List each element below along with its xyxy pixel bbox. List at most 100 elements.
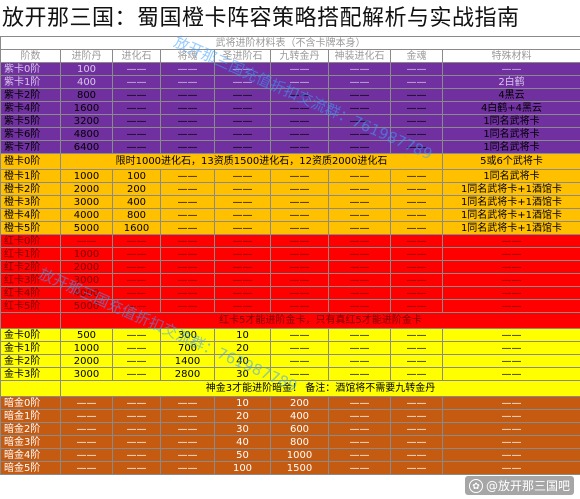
table-cell: —— bbox=[160, 208, 215, 222]
column-header: 进阶丹 bbox=[60, 49, 113, 63]
table-cell: 30 bbox=[214, 367, 271, 381]
table-cell: —— bbox=[442, 234, 580, 248]
table-cell: —— bbox=[328, 114, 391, 128]
table-cell: 5000 bbox=[60, 221, 113, 235]
table-row: 暗金2阶 —— —— —— 30 600 —— —— —— bbox=[0, 422, 580, 436]
table-row: 紫卡0阶 100 —— —— —— —— —— —— —— bbox=[0, 62, 580, 76]
table-cell: —— bbox=[270, 62, 329, 76]
row-level-label: 暗金5阶 bbox=[0, 461, 61, 475]
column-header: 阶数 bbox=[0, 49, 61, 63]
table-row: 暗金0阶 —— —— —— 10 200 —— —— —— bbox=[0, 396, 580, 410]
table-row: 紫卡4阶 1600 —— —— —— —— —— —— 4白鹤+4黑云 bbox=[0, 101, 580, 115]
table-cell: —— bbox=[390, 221, 443, 235]
table-cell: —— bbox=[328, 273, 391, 287]
table-cell: —— bbox=[270, 260, 329, 274]
table-row: 橙卡4阶 4000 800 —— —— —— —— —— 1同名武将卡+1酒馆卡 bbox=[0, 208, 580, 222]
row-level-label: 红卡4阶 bbox=[0, 286, 61, 300]
table-cell: 800 bbox=[60, 88, 113, 102]
table-cell: —— bbox=[390, 409, 443, 423]
table-cell: —— bbox=[328, 140, 391, 154]
table-cell: —— bbox=[112, 396, 161, 410]
table-cell: —— bbox=[160, 88, 215, 102]
brand-label: @放开那三国吧 bbox=[485, 479, 570, 493]
table-cell: —— bbox=[270, 169, 329, 183]
row-special-material: 5或6个武将卡 bbox=[442, 153, 580, 170]
table-cell: —— bbox=[328, 169, 391, 183]
row-level-label: 金卡0阶 bbox=[0, 328, 61, 342]
table-cell: —— bbox=[442, 341, 580, 355]
table-cell: —— bbox=[390, 341, 443, 355]
table-cell: —— bbox=[328, 448, 391, 462]
table-note-row: 橙卡0阶 限时1000进化石，13资质1500进化石，12资质2000进化石 5或6… bbox=[0, 153, 580, 170]
table-cell: —— bbox=[112, 341, 161, 355]
table-row: 红卡4阶 4000 —— —— —— —— —— —— —— bbox=[0, 286, 580, 300]
table-cell: —— bbox=[328, 208, 391, 222]
table-cell: 2000 bbox=[60, 182, 113, 196]
table-cell: —— bbox=[390, 299, 443, 313]
table-cell: —— bbox=[214, 62, 271, 76]
table-cell: —— bbox=[112, 260, 161, 274]
table-cell: 800 bbox=[112, 208, 161, 222]
table-row: 紫卡5阶 3200 —— —— —— —— —— —— 1同名武将卡 bbox=[0, 114, 580, 128]
table-cell: —— bbox=[328, 354, 391, 368]
table-cell: 800 bbox=[270, 435, 329, 449]
table-cell: —— bbox=[60, 422, 113, 436]
row-level-label: 红卡3阶 bbox=[0, 273, 61, 287]
table-cell: 2000 bbox=[60, 354, 113, 368]
table-cell: 20 bbox=[214, 341, 271, 355]
table-row: 红卡5阶 5000 —— —— —— —— —— —— —— bbox=[0, 299, 580, 313]
row-level-label: 紫卡0阶 bbox=[0, 62, 61, 76]
table-cell: —— bbox=[214, 195, 271, 209]
table-cell: —— bbox=[214, 208, 271, 222]
table-cell: —— bbox=[442, 299, 580, 313]
table-cell: —— bbox=[60, 396, 113, 410]
table-cell: —— bbox=[442, 273, 580, 287]
table-note-row: 红卡5才能进阶金卡，只有真红5才能进阶金卡 bbox=[0, 312, 580, 329]
table-cell: 1同名武将卡+1酒馆卡 bbox=[442, 182, 580, 196]
table-cell: —— bbox=[390, 140, 443, 154]
table-cell: —— bbox=[270, 114, 329, 128]
table-cell: —— bbox=[214, 88, 271, 102]
row-level-label: 橙卡1阶 bbox=[0, 169, 61, 183]
table-cell: —— bbox=[390, 286, 443, 300]
table-cell: 1同名武将卡 bbox=[442, 169, 580, 183]
table-cell: 300 bbox=[160, 328, 215, 342]
table-cell: —— bbox=[390, 247, 443, 261]
table-row: 橙卡1阶 1000 100 —— —— —— —— —— 1同名武将卡 bbox=[0, 169, 580, 183]
table-row: 橙卡3阶 3000 400 —— —— —— —— —— 1同名武将卡+1酒馆卡 bbox=[0, 195, 580, 209]
table-cell: —— bbox=[442, 409, 580, 423]
table-cell: —— bbox=[214, 75, 271, 89]
table-cell: —— bbox=[270, 286, 329, 300]
table-cell: —— bbox=[442, 448, 580, 462]
table-cell: —— bbox=[270, 88, 329, 102]
row-level-label: 金卡1阶 bbox=[0, 341, 61, 355]
table-cell: 1同名武将卡 bbox=[442, 140, 580, 154]
table-cell: 1同名武将卡+1酒馆卡 bbox=[442, 221, 580, 235]
table-cell: 4000 bbox=[60, 286, 113, 300]
table-cell: —— bbox=[328, 182, 391, 196]
table-cell: —— bbox=[214, 169, 271, 183]
table-cell: —— bbox=[112, 299, 161, 313]
table-cell: 200 bbox=[270, 396, 329, 410]
row-level-label: 橙卡2阶 bbox=[0, 182, 61, 196]
table-cell: 40 bbox=[214, 435, 271, 449]
table-cell: 1同名武将卡+1酒馆卡 bbox=[442, 195, 580, 209]
table-row: 红卡0阶 —— —— —— —— —— —— —— —— bbox=[0, 234, 580, 248]
table-cell: 3200 bbox=[60, 114, 113, 128]
table-cell: —— bbox=[112, 88, 161, 102]
table-cell: —— bbox=[160, 62, 215, 76]
row-level-label: 红卡2阶 bbox=[0, 260, 61, 274]
row-level-label: 暗金3阶 bbox=[0, 435, 61, 449]
table-cell: —— bbox=[214, 221, 271, 235]
table-cell: —— bbox=[112, 247, 161, 261]
table-cell: —— bbox=[270, 299, 329, 313]
table-cell: —— bbox=[160, 195, 215, 209]
table-row: 金卡0阶 500 —— 300 10 —— —— —— —— bbox=[0, 328, 580, 342]
table-caption-row: 武将进阶材料表（不含卡牌本身） bbox=[0, 36, 580, 50]
table-row: 橙卡2阶 2000 200 —— —— —— —— —— 1同名武将卡+1酒馆卡 bbox=[0, 182, 580, 196]
table-cell: —— bbox=[390, 182, 443, 196]
row-level-label: 紫卡2阶 bbox=[0, 88, 61, 102]
table-cell: —— bbox=[442, 422, 580, 436]
brand-watermark: ✿ @放开那三国吧 bbox=[464, 476, 574, 495]
table-cell: —— bbox=[214, 127, 271, 141]
